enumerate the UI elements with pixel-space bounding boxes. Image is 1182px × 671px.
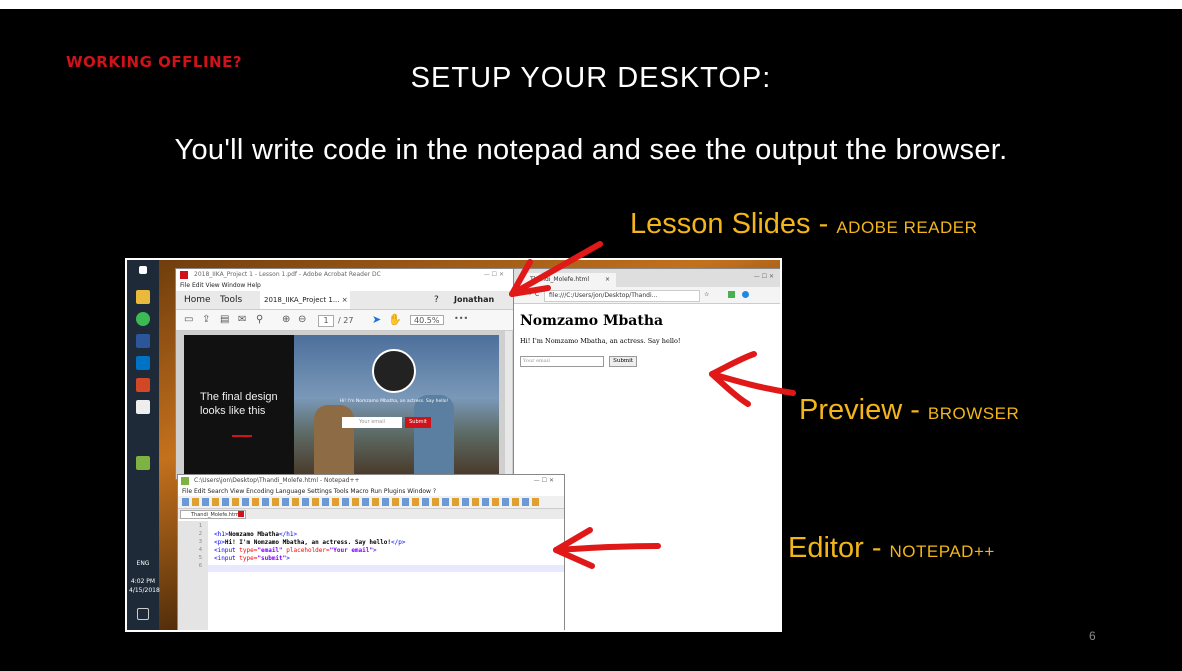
page-number: 6 <box>1089 629 1096 643</box>
annotation-arrows <box>509 241 796 569</box>
arrow-editor <box>553 543 661 553</box>
